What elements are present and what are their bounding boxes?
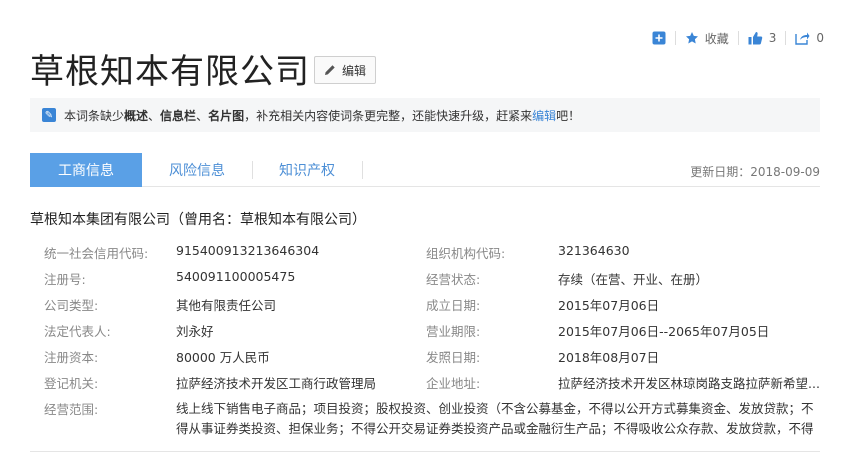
business-term-label: 营业期限:	[426, 324, 481, 339]
thumbs-up-icon	[748, 32, 762, 45]
legal-rep-value: 刘永好	[176, 324, 214, 339]
info-row: 注册资本: 80000 万人民币 发照日期: 2018年08月07日	[30, 347, 820, 373]
address-value: 拉萨经济技术开发区林琼岗路支路拉萨新希望...	[558, 376, 820, 391]
tab-risk-info[interactable]: 风险信息	[142, 153, 252, 187]
notice-middle: ，补充相关内容使词条更完整，还能快速升级，赶紧来	[244, 108, 533, 123]
pencil-icon	[324, 65, 335, 75]
incomplete-entry-notice: ✎ 本词条缺少 概述、信息栏、名片图 ，补充相关内容使词条更完整，还能快速升级，赶紧…	[30, 98, 820, 132]
info-row: 公司类型: 其他有限责任公司 成立日期: 2015年07月06日	[30, 295, 820, 321]
like-button[interactable]: 3	[739, 26, 786, 50]
page-title: 草根知本有限公司	[30, 52, 310, 92]
status-value: 存续（在营、开业、在册）	[558, 272, 709, 287]
company-name: 草根知本集团有限公司（曾用名：草根知本有限公司）	[30, 212, 366, 228]
share-button[interactable]: 0	[786, 26, 833, 50]
entry-toolbar: 收藏 3 0	[643, 26, 833, 50]
share-icon	[795, 32, 810, 45]
authority-label: 登记机关:	[44, 376, 99, 391]
pencil-icon: ✎	[42, 108, 56, 122]
info-row: 统一社会信用代码: 915400913213646304 组织机构代码: 321…	[30, 243, 820, 269]
updated-date: 更新日期：2018-09-09	[690, 165, 820, 179]
tab-divider	[362, 161, 363, 179]
tab-business-info[interactable]: 工商信息	[30, 153, 142, 187]
divider	[30, 451, 820, 452]
credit-code-value: 915400913213646304	[176, 243, 320, 258]
tab-intellectual-property[interactable]: 知识产权	[252, 153, 362, 187]
authority-value: 拉萨经济技术开发区工商行政管理局	[176, 376, 377, 391]
notice-suffix: 吧！	[556, 108, 581, 123]
notice-prefix: 本词条缺少	[64, 108, 125, 123]
founded-value: 2015年07月06日	[558, 298, 660, 313]
business-scope-value: 线上线下销售电子商品；项目投资；股权投资、创业投资（不含公募基金，不得以公开方式…	[176, 401, 814, 436]
add-box-icon	[652, 31, 666, 45]
like-count: 3	[768, 31, 777, 45]
edit-label: 编辑	[341, 63, 366, 78]
notice-missing-overview: 概述	[124, 108, 149, 123]
notice-edit-link[interactable]: 编辑	[532, 107, 556, 124]
org-code-value: 321364630	[558, 243, 630, 258]
business-term-value: 2015年07月06日--2065年07月05日	[558, 324, 770, 339]
license-date-label: 发照日期:	[426, 350, 481, 365]
info-row: 法定代表人: 刘永好 营业期限: 2015年07月06日--2065年07月05…	[30, 321, 820, 347]
reg-no-value: 540091100005475	[176, 269, 296, 284]
notice-sep: 、	[148, 108, 161, 123]
reg-no-label: 注册号:	[44, 272, 86, 287]
info-tabs: 工商信息 风险信息 知识产权 更新日期：2018-09-09	[30, 153, 820, 187]
founded-label: 成立日期:	[426, 298, 481, 313]
reg-capital-label: 注册资本:	[44, 350, 99, 365]
credit-code-label: 统一社会信用代码:	[44, 246, 149, 261]
info-row: 注册号: 540091100005475 经营状态: 存续（在营、开业、在册）	[30, 269, 820, 295]
legal-rep-label: 法定代表人:	[44, 324, 111, 339]
notice-missing-infobox: 信息栏	[160, 108, 197, 123]
license-date-value: 2018年08月07日	[558, 350, 660, 365]
share-count: 0	[816, 31, 824, 45]
address-label: 企业地址:	[426, 376, 481, 391]
company-type-label: 公司类型:	[44, 298, 99, 313]
status-label: 经营状态:	[426, 272, 481, 287]
notice-sep: 、	[196, 108, 209, 123]
reg-capital-value: 80000 万人民币	[176, 350, 270, 365]
notice-missing-card-image: 名片图	[208, 108, 245, 123]
business-scope-label: 经营范围:	[44, 402, 99, 417]
favorite-button[interactable]: 收藏	[676, 26, 738, 50]
favorite-label: 收藏	[704, 31, 729, 46]
add-entry-button[interactable]	[643, 26, 675, 50]
edit-button[interactable]: 编辑	[314, 56, 376, 84]
info-row: 登记机关: 拉萨经济技术开发区工商行政管理局 企业地址: 拉萨经济技术开发区林琼…	[30, 373, 820, 399]
company-type-value: 其他有限责任公司	[176, 298, 277, 313]
org-code-label: 组织机构代码:	[426, 246, 506, 261]
star-icon	[685, 32, 698, 44]
